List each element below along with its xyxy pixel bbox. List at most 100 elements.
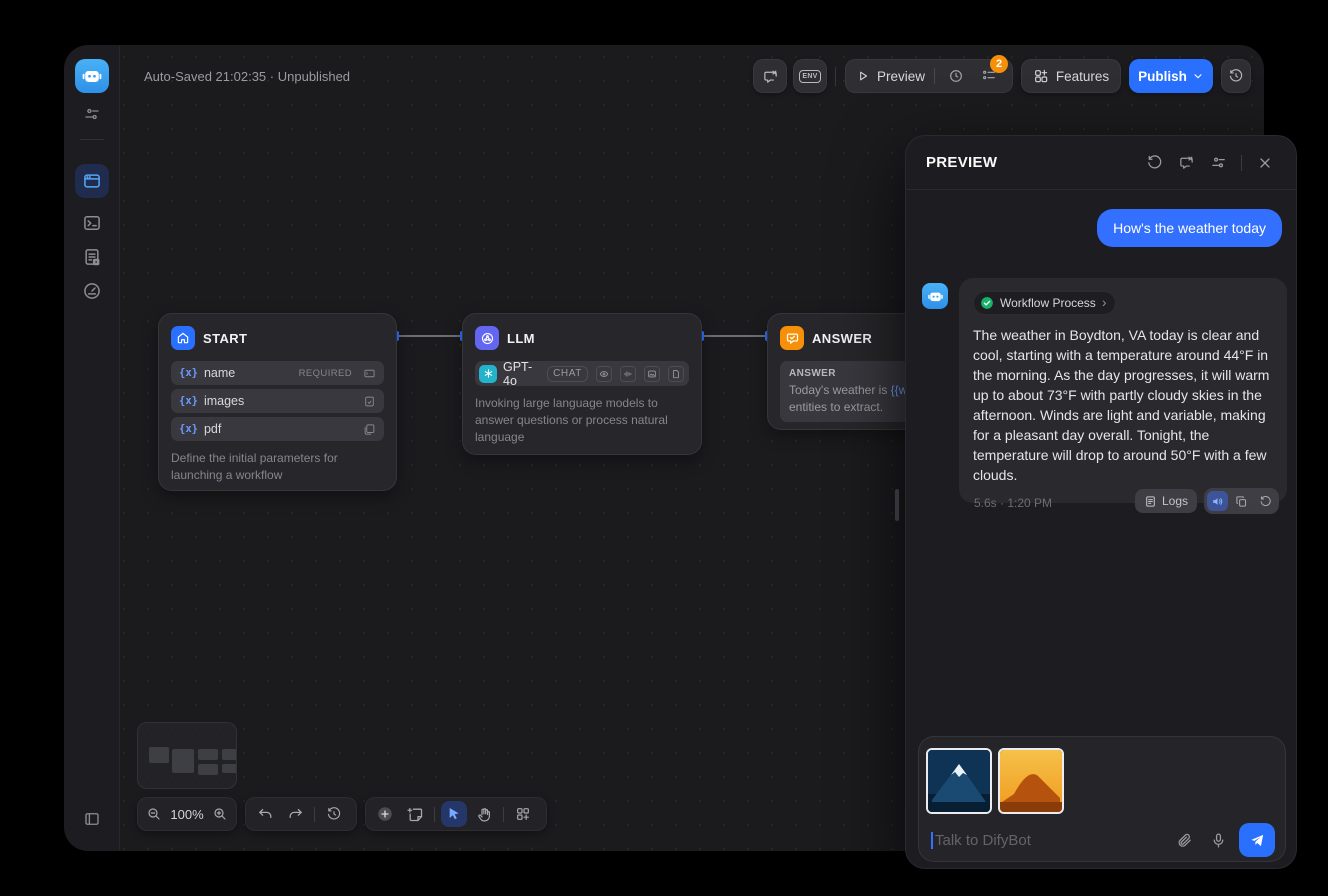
chat-input-container bbox=[918, 736, 1286, 862]
logs-icon bbox=[1144, 495, 1157, 508]
image-capability-icon bbox=[644, 366, 660, 382]
required-tag: REQUIRED bbox=[299, 368, 352, 379]
image-field-icon bbox=[363, 395, 376, 408]
sidebar-item-api[interactable] bbox=[75, 206, 109, 240]
bot-message-text: The weather in Boydton, VA today is clea… bbox=[973, 325, 1273, 485]
clear-chat-button[interactable] bbox=[1173, 150, 1199, 176]
openai-icon bbox=[479, 365, 497, 383]
chevron-down-icon bbox=[1192, 70, 1204, 82]
model-selector[interactable]: GPT-4o CHAT bbox=[475, 361, 689, 386]
minimap-node bbox=[149, 747, 169, 763]
node-llm[interactable]: LLM GPT-4o CHAT Invoking large language … bbox=[462, 313, 702, 455]
voice-input-button[interactable] bbox=[1205, 827, 1231, 853]
minimap-node bbox=[222, 749, 237, 760]
chat-input[interactable] bbox=[935, 832, 1171, 849]
autosave-status: Auto-Saved 21:02:35 · Unpublished bbox=[144, 69, 350, 84]
text-field-icon bbox=[363, 367, 376, 380]
preview-run-button[interactable]: Preview bbox=[856, 69, 925, 84]
attachment-button[interactable] bbox=[1171, 827, 1197, 853]
attached-image-fuji[interactable] bbox=[926, 748, 992, 814]
variable-icon: {x} bbox=[179, 423, 198, 435]
minimap-node bbox=[198, 764, 218, 775]
sidebar bbox=[64, 45, 120, 851]
send-button[interactable] bbox=[1239, 823, 1275, 857]
field-row-name[interactable]: {x} name REQUIRED bbox=[171, 361, 384, 385]
message-meta: 5.6s · 1:20 PM bbox=[974, 496, 1052, 510]
features-icon bbox=[1033, 68, 1049, 84]
logs-button[interactable]: Logs bbox=[1135, 489, 1197, 513]
user-message-bubble: How's the weather today bbox=[1097, 209, 1282, 247]
zoom-out-button[interactable] bbox=[144, 801, 163, 827]
history-icon bbox=[1228, 68, 1244, 84]
features-button[interactable]: Features bbox=[1021, 59, 1121, 93]
preview-run-group: Preview 2 bbox=[845, 59, 1013, 93]
minimap[interactable] bbox=[137, 722, 237, 789]
minimap-node bbox=[172, 749, 194, 773]
node-start[interactable]: START {x} name REQUIRED {x} images {x} p… bbox=[158, 313, 397, 491]
version-history-button[interactable] bbox=[1221, 59, 1251, 93]
app-settings-icon[interactable] bbox=[81, 103, 103, 125]
canvas-scrollbar[interactable] bbox=[895, 489, 899, 521]
undo-button[interactable] bbox=[252, 801, 278, 827]
document-capability-icon bbox=[668, 366, 684, 382]
sidebar-item-orchestrate[interactable] bbox=[75, 164, 109, 198]
play-icon bbox=[856, 69, 870, 83]
publish-button[interactable]: Publish bbox=[1129, 59, 1213, 93]
text-caret bbox=[931, 832, 933, 849]
minimap-node bbox=[198, 749, 218, 760]
publish-status-text: Unpublished bbox=[278, 69, 350, 84]
chat-x-icon bbox=[762, 68, 779, 85]
organize-nodes-button[interactable] bbox=[510, 801, 536, 827]
redo-button[interactable] bbox=[282, 801, 308, 827]
add-node-button[interactable] bbox=[372, 801, 398, 827]
header-divider bbox=[1241, 155, 1242, 171]
sidebar-item-monitoring[interactable] bbox=[75, 274, 109, 308]
hand-tool-button[interactable] bbox=[471, 801, 497, 827]
attached-image-sunset[interactable] bbox=[998, 748, 1064, 814]
sidebar-item-logs[interactable] bbox=[75, 240, 109, 274]
field-row-pdf[interactable]: {x} pdf bbox=[171, 417, 384, 441]
status-separator: · bbox=[270, 69, 274, 84]
topbar-divider bbox=[835, 67, 836, 86]
preview-label: Preview bbox=[877, 69, 925, 84]
pointer-tool-button[interactable] bbox=[441, 801, 467, 827]
llm-icon bbox=[475, 326, 499, 350]
env-variables-button[interactable]: ENV bbox=[793, 59, 827, 93]
annotation-button[interactable] bbox=[753, 59, 787, 93]
close-icon[interactable] bbox=[1252, 150, 1278, 176]
node-title: START bbox=[203, 331, 247, 346]
chevron-right-icon: › bbox=[1102, 295, 1107, 309]
copy-button[interactable] bbox=[1231, 491, 1252, 511]
history-controls bbox=[245, 797, 357, 831]
field-row-images[interactable]: {x} images bbox=[171, 389, 384, 413]
message-action-group bbox=[1204, 488, 1279, 514]
field-name: images bbox=[204, 394, 357, 408]
regenerate-button[interactable] bbox=[1255, 491, 1276, 511]
bot-avatar bbox=[922, 283, 948, 309]
speak-button[interactable] bbox=[1207, 491, 1228, 511]
field-name: name bbox=[204, 366, 293, 380]
zoom-level[interactable]: 100% bbox=[167, 807, 206, 822]
answer-icon bbox=[780, 326, 804, 350]
message-actions: Logs bbox=[1135, 488, 1279, 514]
node-title: LLM bbox=[507, 331, 535, 346]
model-name: GPT-4o bbox=[503, 360, 541, 388]
workflow-process-toggle[interactable]: Workflow Process › bbox=[973, 291, 1116, 315]
toolbar-divider bbox=[314, 807, 315, 822]
collapse-sidebar-icon[interactable] bbox=[81, 808, 103, 830]
workflow-process-label: Workflow Process bbox=[1000, 296, 1096, 310]
zoom-in-button[interactable] bbox=[211, 801, 230, 827]
checklist-button[interactable]: 2 bbox=[977, 63, 1001, 89]
preview-panel: PREVIEW How's the weather today Workflow… bbox=[905, 135, 1297, 869]
group-divider bbox=[934, 68, 935, 84]
restart-conversation-button[interactable] bbox=[1141, 150, 1167, 176]
change-history-button[interactable] bbox=[321, 801, 347, 827]
file-field-icon bbox=[363, 423, 376, 436]
node-title: ANSWER bbox=[812, 331, 872, 346]
run-history-button[interactable] bbox=[944, 63, 968, 89]
bot-message-bubble: Workflow Process › The weather in Boydto… bbox=[959, 278, 1287, 503]
add-note-button[interactable] bbox=[402, 801, 428, 827]
conversation-settings-button[interactable] bbox=[1205, 150, 1231, 176]
toolbar-divider bbox=[434, 807, 435, 822]
app-logo[interactable] bbox=[75, 59, 109, 93]
